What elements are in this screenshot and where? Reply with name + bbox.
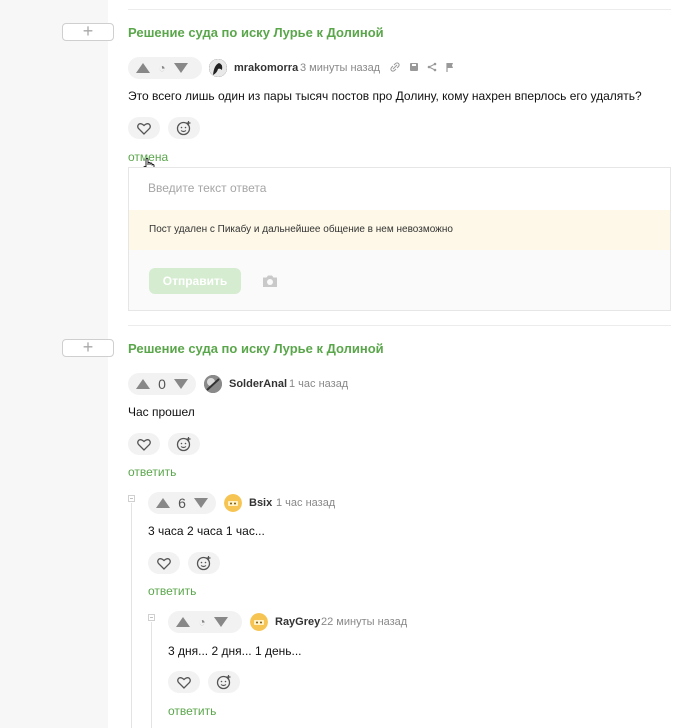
- add-reaction-button[interactable]: [208, 671, 240, 693]
- thread-line[interactable]: [151, 622, 152, 728]
- comment-text: 3 часа 2 часа 1 час...: [148, 524, 265, 538]
- share-icon[interactable]: [427, 62, 437, 74]
- collapse-branch-toggle[interactable]: [128, 495, 135, 502]
- upvote-icon[interactable]: [136, 379, 150, 389]
- thread-line[interactable]: [131, 503, 132, 728]
- like-button[interactable]: [148, 552, 180, 574]
- avatar[interactable]: [224, 494, 242, 512]
- vote-control: ◔: [128, 57, 202, 79]
- downvote-icon[interactable]: [174, 63, 188, 73]
- comment-text: Это всего лишь один из пары тысяч постов…: [128, 89, 642, 103]
- upvote-icon[interactable]: [176, 617, 190, 627]
- flag-icon[interactable]: [445, 62, 455, 74]
- collapse-branch-toggle[interactable]: [148, 614, 155, 621]
- emoji-add-icon: [196, 556, 211, 571]
- reply-link[interactable]: ответить: [128, 465, 176, 479]
- notice-text: Пост удален с Пикабу и дальнейшее общени…: [149, 224, 453, 235]
- camera-icon[interactable]: [262, 274, 278, 293]
- heart-icon: [177, 676, 191, 689]
- username[interactable]: SolderAnal: [229, 378, 287, 390]
- heart-icon: [137, 438, 151, 451]
- reply-input[interactable]: Введите текст ответа: [148, 181, 266, 195]
- timestamp[interactable]: 3 минуты назад: [300, 62, 380, 74]
- avatar[interactable]: [209, 59, 227, 77]
- add-reaction-button[interactable]: [168, 117, 200, 139]
- avatar[interactable]: [204, 375, 222, 393]
- reply-link[interactable]: ответить: [148, 584, 196, 598]
- username[interactable]: mrakomorra: [234, 62, 298, 74]
- divider: [128, 325, 671, 326]
- timestamp[interactable]: 1 час назад: [276, 497, 335, 509]
- expand-button[interactable]: +: [62, 338, 114, 357]
- downvote-icon[interactable]: [194, 498, 208, 508]
- vote-control: ◔: [168, 611, 242, 633]
- submit-button[interactable]: Отправить: [149, 268, 241, 294]
- emoji-add-icon: [176, 121, 191, 136]
- username[interactable]: RayGrey: [275, 616, 320, 628]
- save-icon[interactable]: [409, 62, 419, 74]
- heart-icon: [137, 122, 151, 135]
- rating-value: 0: [158, 376, 166, 392]
- emoji-add-icon: [216, 675, 231, 690]
- comment-text: Час прошел: [128, 405, 195, 419]
- story-title-link[interactable]: Решение суда по иску Лурье к Долиной: [128, 341, 384, 356]
- comment-text: 3 дня... 2 дня... 1 день...: [168, 644, 302, 658]
- add-reaction-button[interactable]: [168, 433, 200, 455]
- downvote-icon[interactable]: [214, 617, 228, 627]
- rating-value: 6: [178, 495, 186, 511]
- reply-link[interactable]: ответить: [168, 704, 216, 718]
- avatar[interactable]: [250, 613, 268, 631]
- vote-control: 6: [148, 492, 216, 514]
- upvote-icon[interactable]: [136, 63, 150, 73]
- username[interactable]: Bsix: [249, 497, 272, 509]
- clock-icon: ◔: [198, 615, 206, 629]
- vote-control: 0: [128, 373, 196, 395]
- timestamp[interactable]: 1 час назад: [289, 378, 348, 390]
- divider: [128, 9, 671, 10]
- downvote-icon[interactable]: [174, 379, 188, 389]
- clock-icon: ◔: [158, 61, 166, 75]
- heart-icon: [157, 557, 171, 570]
- expand-button[interactable]: +: [62, 22, 114, 41]
- add-reaction-button[interactable]: [188, 552, 220, 574]
- like-button[interactable]: [128, 117, 160, 139]
- timestamp[interactable]: 22 минуты назад: [321, 616, 407, 628]
- emoji-add-icon: [176, 437, 191, 452]
- upvote-icon[interactable]: [156, 498, 170, 508]
- link-icon[interactable]: [390, 62, 400, 74]
- story-title-link[interactable]: Решение суда по иску Лурье к Долиной: [128, 25, 384, 40]
- like-button[interactable]: [128, 433, 160, 455]
- like-button[interactable]: [168, 671, 200, 693]
